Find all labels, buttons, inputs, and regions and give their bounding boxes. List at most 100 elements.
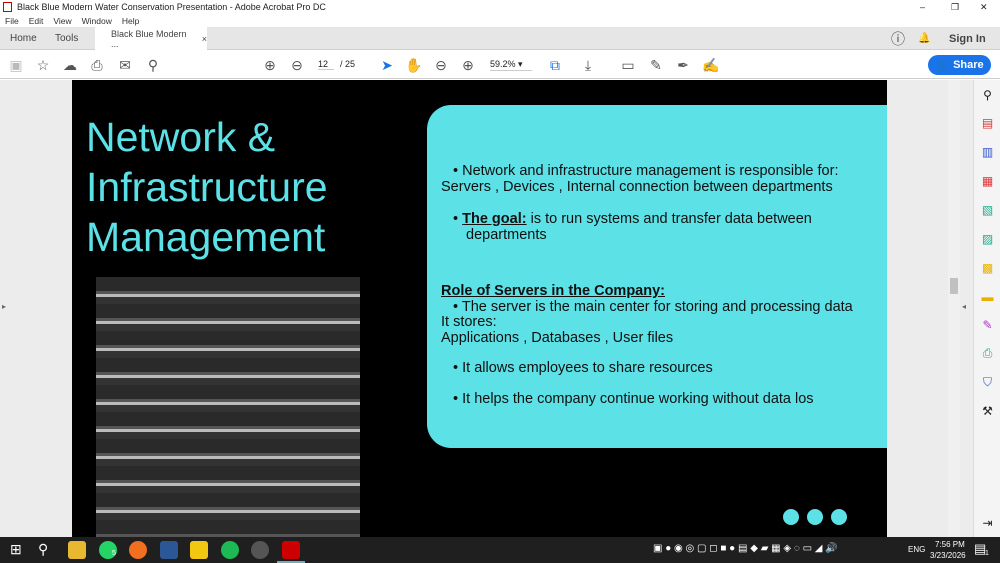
bell-icon[interactable]: 🔔 <box>918 27 930 50</box>
network-items: Servers , Devices , Internal connection … <box>441 179 833 195</box>
vertical-scrollbar[interactable] <box>948 80 960 537</box>
tray-icons[interactable]: ▣ ● ◉ ◎ ▢ ◻ ■ ● ▤ ◆ ▰ ▦ ◈ ◌ ▭ ◢ 🔊 <box>653 543 838 554</box>
acrobat-app-icon <box>3 2 12 12</box>
minimize-button[interactable]: – <box>920 2 925 12</box>
edit-pdf-icon[interactable]: ▧ <box>980 202 995 217</box>
power-bi-icon[interactable] <box>190 541 208 559</box>
slide-title-line-1: Network & <box>86 114 276 160</box>
bullet-share-text: It allows employees to share resources <box>462 360 713 376</box>
select-cursor-icon[interactable]: ➤ <box>378 56 396 74</box>
print-icon[interactable]: ⎙ <box>88 56 106 74</box>
tab-document-label: Black Blue Modern ... <box>111 28 187 49</box>
more-tools-icon[interactable]: ⚒ <box>980 403 995 418</box>
zoom-search-icon[interactable]: ⚲ <box>980 87 995 102</box>
clock-date[interactable]: 3/23/2026 <box>930 551 966 560</box>
restore-button[interactable]: ❐ <box>951 2 959 13</box>
share-label: Share <box>953 59 984 71</box>
hand-tool-icon[interactable]: ✋ <box>405 56 423 74</box>
left-panel-toggle-icon[interactable]: ▸ <box>2 302 6 311</box>
page-number-input[interactable]: 12 <box>318 59 334 70</box>
highlight-pen-icon[interactable]: ✎ <box>647 56 665 74</box>
page-down-icon[interactable]: ⊖ <box>288 56 306 74</box>
visual-studio-icon[interactable] <box>160 541 178 559</box>
page-up-icon[interactable]: ⊕ <box>261 56 279 74</box>
bullet-network: • Network and infrastructure management … <box>453 163 839 179</box>
upload-cloud-icon[interactable]: ☁ <box>61 56 79 74</box>
help-icon[interactable]: ⓘ <box>891 27 905 50</box>
server-rack-photo <box>96 277 360 537</box>
role-heading: Role of Servers in the Company: <box>441 283 665 299</box>
export-pdf-icon[interactable]: ▤ <box>980 115 995 130</box>
bullet-network-text: Network and infrastructure management is… <box>462 163 839 179</box>
decorative-dot <box>783 509 799 525</box>
sign-in-button[interactable]: Sign In <box>949 27 986 50</box>
create-pdf-icon[interactable]: ▥ <box>980 144 995 159</box>
share-button[interactable]: 👤 Share <box>928 55 991 75</box>
tab-bar: Home Tools Black Blue Modern ... × ⓘ 🔔 S… <box>0 27 1000 50</box>
bullet-server: • The server is the main center for stor… <box>453 299 853 315</box>
comment-icon[interactable]: ▭ <box>619 56 637 74</box>
zoom-in-icon[interactable]: ⊕ <box>459 56 477 74</box>
title-bar: Black Blue Modern Water Conservation Pre… <box>0 0 1000 14</box>
scroll-mode-icon[interactable]: ⤓ <box>579 56 597 74</box>
stores-list: Applications , Databases , User files <box>441 330 674 346</box>
it-stores: It stores: <box>441 314 497 330</box>
whatsapp-badge: 5 <box>112 550 116 557</box>
clock-time[interactable]: 7:56 PM <box>935 540 965 549</box>
scrollbar-thumb[interactable] <box>950 278 958 294</box>
decorative-dot <box>807 509 823 525</box>
content-panel: • Network and infrastructure management … <box>427 105 887 448</box>
combine-files-icon[interactable]: ▨ <box>980 231 995 246</box>
comment-tool-icon[interactable]: ▬ <box>980 289 995 304</box>
tab-document[interactable]: Black Blue Modern ... × <box>95 27 207 50</box>
email-icon[interactable]: ✉ <box>116 56 134 74</box>
windows-start-icon[interactable]: ⊞ <box>10 541 22 558</box>
toolbar: ▣ ☆ ☁ ⎙ ✉ ⚲ ⊕ ⊖ 12 / 25 ➤ ✋ ⊖ ⊕ 59.2% ▾ … <box>0 50 1000 79</box>
protect-shield-icon[interactable]: ⛉ <box>980 375 995 390</box>
print-production-icon[interactable]: ⎙ <box>980 346 995 361</box>
search-zoom-icon[interactable]: ⚲ <box>144 56 162 74</box>
menu-edit[interactable]: Edit <box>29 16 44 26</box>
acrobat-taskbar-icon[interactable] <box>282 541 300 559</box>
slide-title-line-2: Infrastructure <box>86 164 328 210</box>
close-tab-icon[interactable]: × <box>202 34 207 44</box>
bullet-server-text: The server is the main center for storin… <box>461 299 853 315</box>
fill-sign-tool-icon[interactable]: ✎ <box>980 317 995 332</box>
goal-label: The goal: <box>462 211 527 227</box>
save-icon[interactable]: ▣ <box>7 56 25 74</box>
spotify-icon[interactable] <box>221 541 239 559</box>
tab-tools[interactable]: Tools <box>55 27 78 50</box>
bullet-continue: • It helps the company continue working … <box>453 391 814 407</box>
slide-page: Network & Infrastructure Management • Ne… <box>72 80 887 537</box>
language-indicator[interactable]: ENG <box>908 545 925 554</box>
notification-badge: 1 <box>985 550 989 557</box>
zoom-level-select[interactable]: 59.2% ▾ <box>490 59 532 71</box>
bookmark-star-icon[interactable]: ☆ <box>34 56 52 74</box>
sign-icon[interactable]: ✒ <box>674 56 692 74</box>
tab-home[interactable]: Home <box>10 27 37 50</box>
firefox-icon[interactable] <box>129 541 147 559</box>
zoom-level-value: 59.2% <box>490 59 516 69</box>
slide-title-line-3: Management <box>86 214 326 260</box>
menu-help[interactable]: Help <box>122 16 139 26</box>
fit-page-icon[interactable]: ⧉ <box>546 56 564 74</box>
right-panel-toggle-icon[interactable]: ◂ <box>962 302 966 311</box>
taskbar: ⊞ ⚲ 5 ▣ ● ◉ ◎ ▢ ◻ ■ ● ▤ ◆ ▰ ▦ ◈ ◌ ▭ ◢ 🔊 … <box>0 537 1000 563</box>
menu-file[interactable]: File <box>5 16 19 26</box>
menu-view[interactable]: View <box>53 16 71 26</box>
file-explorer-icon[interactable] <box>68 541 86 559</box>
collapse-pane-icon[interactable]: ⇥ <box>980 515 995 530</box>
menu-bar: File Edit View Window Help <box>0 14 1000 27</box>
chatgpt-icon[interactable] <box>251 541 269 559</box>
share-user-icon: 👤 <box>935 59 950 72</box>
goal-text-cont: departments <box>466 227 547 243</box>
scan-icon[interactable]: ▩ <box>980 260 995 275</box>
search-icon[interactable]: ⚲ <box>38 541 48 558</box>
menu-window[interactable]: Window <box>82 16 112 26</box>
fill-sign-icon[interactable]: ✍ <box>702 56 720 74</box>
zoom-out-icon[interactable]: ⊖ <box>432 56 450 74</box>
bullet-goal: • The goal: is to run systems and transf… <box>453 211 812 227</box>
page-total: 25 <box>345 59 356 69</box>
close-button[interactable]: ✕ <box>980 2 988 13</box>
organize-pages-icon[interactable]: ▦ <box>980 173 995 188</box>
